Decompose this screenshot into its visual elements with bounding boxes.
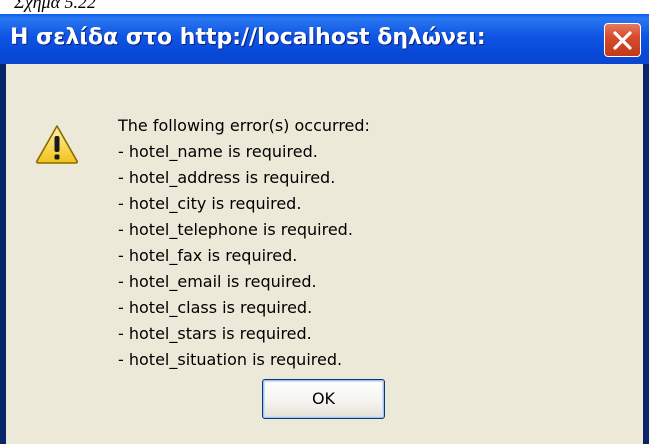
dialog-title: Η σελίδα στο http://localhost δηλώνει: xyxy=(10,25,486,50)
message-line: - hotel_address is required. xyxy=(118,168,336,187)
message-line: - hotel_city is required. xyxy=(118,194,302,213)
message-line: - hotel_telephone is required. xyxy=(118,220,353,239)
alert-dialog: Η σελίδα στο http://localhost δηλώνει: T… xyxy=(0,14,649,444)
message-line: - hotel_situation is required. xyxy=(118,350,343,369)
message-line: - hotel_fax is required. xyxy=(118,246,298,265)
close-button[interactable] xyxy=(604,23,641,57)
dialog-body: The following error(s) occurred: - hotel… xyxy=(6,64,643,444)
message-line: The following error(s) occurred: xyxy=(118,116,370,135)
warning-icon xyxy=(35,125,79,164)
message-line: - hotel_class is required. xyxy=(118,298,313,317)
title-bar[interactable]: Η σελίδα στο http://localhost δηλώνει: xyxy=(0,14,649,64)
ok-button[interactable]: OK xyxy=(262,379,385,419)
close-icon xyxy=(613,31,632,50)
message-line: - hotel_email is required. xyxy=(118,272,317,291)
message-line: - hotel_name is required. xyxy=(118,142,318,161)
message-line: - hotel_stars is required. xyxy=(118,324,312,343)
figure-caption-clip: Σχήμα 5.22 xyxy=(0,0,200,12)
figure-caption: Σχήμα 5.22 xyxy=(14,0,97,12)
error-message: The following error(s) occurred: - hotel… xyxy=(118,113,370,373)
